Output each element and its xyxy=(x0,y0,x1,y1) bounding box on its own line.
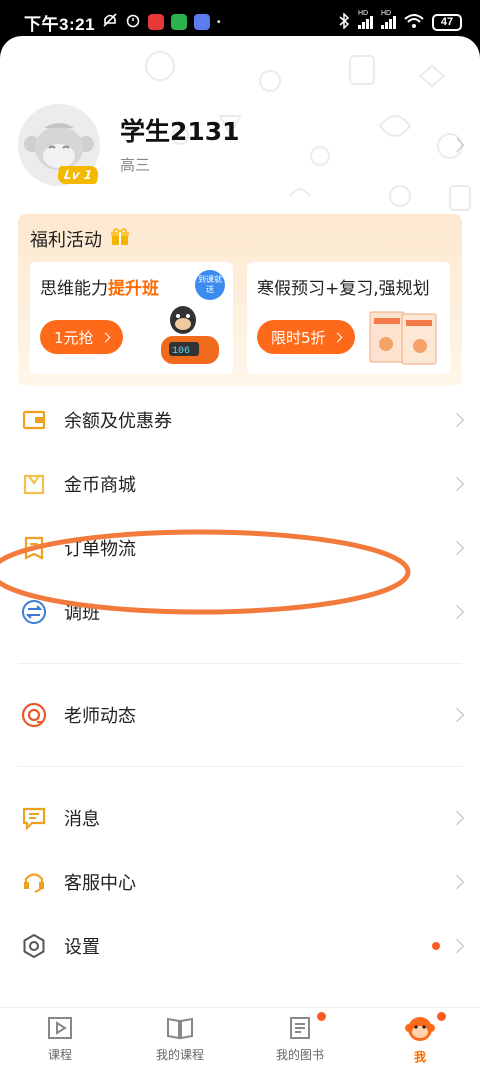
chevron-right-icon xyxy=(449,604,465,620)
welfare-card-thinking[interactable]: 思维能力提升班 1元抢 106 到课就送 xyxy=(30,262,233,374)
user-grade: 高三 xyxy=(120,155,151,174)
alarm-icon xyxy=(125,12,141,33)
menu-item-order-logistics[interactable]: 订单物流 xyxy=(0,516,480,580)
nav-label: 我的课程 xyxy=(155,1048,204,1062)
menu-label: 老师动态 xyxy=(64,706,136,727)
wifi-icon xyxy=(404,13,424,32)
menu-label: 金币商城 xyxy=(64,475,136,496)
mascot-clock-illustration: 106 xyxy=(161,306,219,364)
grab-button-label: 1元抢 xyxy=(54,328,94,347)
menu-label: 客服中心 xyxy=(64,873,136,894)
signal-icon-2: HD xyxy=(381,10,396,29)
nav-label: 我 xyxy=(413,1050,426,1064)
nav-tab-my-books[interactable]: 我的图书 xyxy=(240,1012,360,1063)
avatar[interactable]: Lv 1 xyxy=(18,104,100,186)
menu-item-customer-service[interactable]: 客服中心 xyxy=(0,850,480,914)
chevron-right-icon xyxy=(332,332,342,342)
signal-icon-1: HD xyxy=(358,10,373,29)
discount-button[interactable]: 限时5折 xyxy=(257,320,355,354)
bottom-navigation: 课程 我的课程 我的图书 我 xyxy=(0,1007,480,1067)
menu-item-settings[interactable]: 设置 xyxy=(0,914,480,978)
app-notification-icon xyxy=(194,14,211,30)
divider xyxy=(18,663,462,664)
reward-bubble: 到课就送 xyxy=(195,270,225,300)
menu-label: 余额及优惠券 xyxy=(64,411,172,432)
mascot-icon xyxy=(405,1016,435,1046)
play-icon xyxy=(47,1016,73,1044)
shopping-bag-icon xyxy=(20,470,48,498)
card-title-highlight: 提升班 xyxy=(108,279,159,299)
wechat-app-icon xyxy=(171,14,188,30)
menu-label: 订单物流 xyxy=(64,539,136,560)
chevron-right-icon xyxy=(449,137,465,153)
hd-label-1: HD xyxy=(358,9,369,17)
svg-text:106: 106 xyxy=(172,346,190,357)
chevron-right-icon xyxy=(449,707,465,723)
welfare-title: 福利活动 xyxy=(30,230,102,251)
settings-icon xyxy=(20,932,48,960)
swap-icon xyxy=(20,598,48,626)
notification-dot xyxy=(317,1012,326,1021)
status-time: 下午3:21 xyxy=(24,14,96,34)
document-icon xyxy=(288,1016,312,1044)
more-dot-icon: • xyxy=(217,16,221,28)
menu-item-coin-mall[interactable]: 金币商城 xyxy=(0,452,480,516)
wallet-icon xyxy=(20,406,48,434)
menu-item-teacher-feed[interactable]: 老师动态 xyxy=(0,683,480,747)
message-icon xyxy=(20,804,48,832)
nav-tab-courses[interactable]: 课程 xyxy=(0,1016,120,1063)
profile-header[interactable]: Lv 1 学生2131 高三 xyxy=(18,100,465,190)
nav-tab-me[interactable]: 我 xyxy=(360,1012,480,1065)
order-receipt-icon xyxy=(20,534,48,562)
bluetooth-icon xyxy=(338,11,350,32)
nav-tab-my-courses[interactable]: 我的课程 xyxy=(120,1016,240,1063)
notification-dot xyxy=(437,1012,446,1021)
menu-item-balance-coupons[interactable]: 余额及优惠券 xyxy=(0,388,480,452)
card-title-prefix: 思维能力 xyxy=(40,279,108,299)
user-name: 学生2131 xyxy=(120,116,240,146)
menu-item-messages[interactable]: 消息 xyxy=(0,786,480,850)
chevron-right-icon xyxy=(100,332,110,342)
study-books-illustration xyxy=(369,311,437,365)
divider xyxy=(18,766,462,767)
nav-label: 我的图书 xyxy=(275,1048,324,1062)
battery-indicator: 47 xyxy=(432,13,462,31)
card-title-prefix: 寒假预习+复习,强规划 xyxy=(257,279,430,299)
book-open-icon xyxy=(166,1016,194,1044)
nav-label: 课程 xyxy=(47,1048,72,1062)
customer-service-icon xyxy=(20,868,48,896)
hd-label-2: HD xyxy=(381,9,392,17)
chevron-right-icon xyxy=(449,938,465,954)
profile-screen: Lv 1 学生2131 高三 福利活动 思维能力提升班 1元抢 106 到课就送… xyxy=(0,36,480,1067)
teacher-feed-icon xyxy=(20,701,48,729)
welfare-card-winter[interactable]: 寒假预习+复习,强规划 限时5折 xyxy=(247,262,450,374)
netease-app-icon xyxy=(148,14,165,30)
chevron-right-icon xyxy=(449,540,465,556)
welfare-card-title: 寒假预习+复习,强规划 xyxy=(257,274,440,299)
notification-dot xyxy=(432,942,440,950)
mute-icon xyxy=(102,12,118,33)
grab-button[interactable]: 1元抢 xyxy=(40,320,123,354)
chevron-right-icon xyxy=(449,874,465,890)
welfare-section: 福利活动 思维能力提升班 1元抢 106 到课就送 寒假预习+复习,强规划 限时… xyxy=(18,214,462,386)
chevron-right-icon xyxy=(449,476,465,492)
menu-item-class-switch[interactable]: 调班 xyxy=(0,580,480,644)
menu-label: 调班 xyxy=(64,603,100,624)
menu-list: 余额及优惠券 金币商城 订单物流 调班 老师动态 消息 客服中心 设置 xyxy=(0,388,480,978)
menu-label: 消息 xyxy=(64,809,100,830)
chevron-right-icon xyxy=(449,412,465,428)
level-badge: Lv 1 xyxy=(56,166,100,184)
menu-label: 设置 xyxy=(64,937,100,958)
chevron-right-icon xyxy=(449,810,465,826)
gift-icon xyxy=(110,227,130,251)
discount-button-label: 限时5折 xyxy=(271,328,326,347)
